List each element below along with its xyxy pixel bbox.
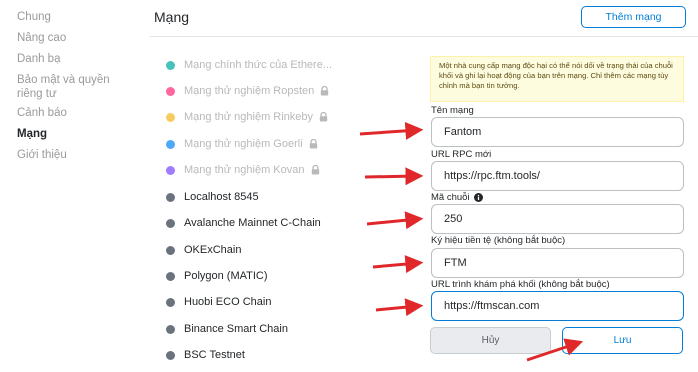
network-item-label: Binance Smart Chain <box>184 323 288 335</box>
network-item-ethereum-mainnet[interactable]: Mạng chính thức của Ethere... <box>166 58 332 72</box>
lock-icon <box>319 112 328 122</box>
custom-network-warning: Một nhà cung cấp mạng độc hại có thể nói… <box>430 56 684 102</box>
network-item-huobi-eco[interactable]: Huobi ECO Chain <box>166 295 271 309</box>
network-item-label: Mạng thử nghiệm Rinkeby <box>184 111 314 123</box>
network-item-label: Mạng chính thức của Ethere... <box>184 59 333 71</box>
network-item-ropsten[interactable]: Mạng thử nghiệm Ropsten <box>166 84 329 98</box>
network-item-label: OKExChain <box>184 244 242 256</box>
network-item-label: Avalanche Mainnet C-Chain <box>184 217 321 229</box>
arrow-chain-id <box>366 211 424 230</box>
network-item-label: Mạng thử nghiệm Kovan <box>184 164 305 176</box>
network-color-dot-icon <box>166 245 175 255</box>
network-color-dot-icon <box>166 218 175 228</box>
rpc-url-label: URL RPC mới <box>431 149 492 160</box>
network-color-dot-icon <box>166 139 175 149</box>
network-item-label: Mạng thử nghiệm Goerli <box>184 138 303 150</box>
chain-id-input[interactable]: 250 <box>431 204 684 234</box>
network-color-dot-icon <box>166 350 175 360</box>
arrow-currency-symbol <box>372 255 424 274</box>
cancel-button[interactable]: Hủy <box>430 327 551 354</box>
network-color-dot-icon <box>166 297 175 307</box>
currency-symbol-label: Ký hiệu tiền tệ (không bắt buộc) <box>431 235 566 246</box>
lock-icon <box>309 139 318 149</box>
network-color-dot-icon <box>166 192 175 202</box>
sidebar-item-general[interactable]: Chung <box>17 10 51 24</box>
sidebar-item-security-privacy[interactable]: Bảo mật và quyền riêng tư <box>17 73 137 101</box>
arrow-rpc-url <box>364 167 424 186</box>
sidebar-item-advanced[interactable]: Nâng cao <box>17 31 66 45</box>
page-title: Mạng <box>154 9 190 25</box>
arrow-block-explorer <box>375 298 424 317</box>
chain-id-label: Mã chuỗi <box>431 192 483 203</box>
network-name-label: Tên mạng <box>431 105 474 116</box>
sidebar-item-about[interactable]: Giới thiệu <box>17 148 67 162</box>
currency-symbol-input[interactable]: FTM <box>431 248 684 278</box>
network-color-dot-icon <box>166 165 175 175</box>
network-color-dot-icon <box>166 271 175 281</box>
network-item-label: Huobi ECO Chain <box>184 296 272 308</box>
network-item-rinkeby[interactable]: Mạng thử nghiệm Rinkeby <box>166 110 328 124</box>
network-item-kovan[interactable]: Mạng thử nghiệm Kovan <box>166 163 320 177</box>
block-explorer-label: URL trình khám phá khối (không bắt buộc) <box>431 279 610 290</box>
network-item-label: BSC Testnet <box>184 349 245 361</box>
network-item-polygon[interactable]: Polygon (MATIC) <box>166 269 268 283</box>
network-item-label: Polygon (MATIC) <box>184 270 268 282</box>
network-color-dot-icon <box>166 324 175 334</box>
network-item-binance-smart-chain[interactable]: Binance Smart Chain <box>166 322 288 336</box>
network-color-dot-icon <box>166 86 175 96</box>
sidebar-item-contacts[interactable]: Danh bạ <box>17 52 60 66</box>
sidebar-item-alerts[interactable]: Cảnh báo <box>17 106 67 120</box>
save-button[interactable]: Lưu <box>562 327 683 354</box>
info-icon[interactable] <box>473 193 483 202</box>
network-item-goerli[interactable]: Mạng thử nghiệm Goerli <box>166 137 318 151</box>
sidebar-item-networks[interactable]: Mạng <box>17 127 47 141</box>
network-color-dot-icon <box>166 112 175 122</box>
add-network-button[interactable]: Thêm mạng <box>581 6 686 28</box>
network-item-localhost-8545[interactable]: Localhost 8545 <box>166 190 259 204</box>
network-color-dot-icon <box>166 60 175 70</box>
network-item-okexchain[interactable]: OKExChain <box>166 243 241 257</box>
network-name-input[interactable]: Fantom <box>431 117 684 147</box>
network-item-label: Mạng thử nghiệm Ropsten <box>184 85 315 97</box>
header-divider <box>150 36 698 37</box>
network-item-avalanche[interactable]: Avalanche Mainnet C-Chain <box>166 216 321 230</box>
settings-sidebar: Chung Nâng cao Danh bạ Bảo mật và quyền … <box>0 0 148 372</box>
network-item-bsc-testnet[interactable]: BSC Testnet <box>166 348 245 362</box>
network-item-label: Localhost 8545 <box>184 191 259 203</box>
block-explorer-input[interactable]: https://ftmscan.com <box>431 291 684 321</box>
rpc-url-input[interactable]: https://rpc.ftm.tools/ <box>431 161 684 191</box>
lock-icon <box>320 86 329 96</box>
arrow-network-name <box>359 121 424 140</box>
lock-icon <box>311 165 320 175</box>
